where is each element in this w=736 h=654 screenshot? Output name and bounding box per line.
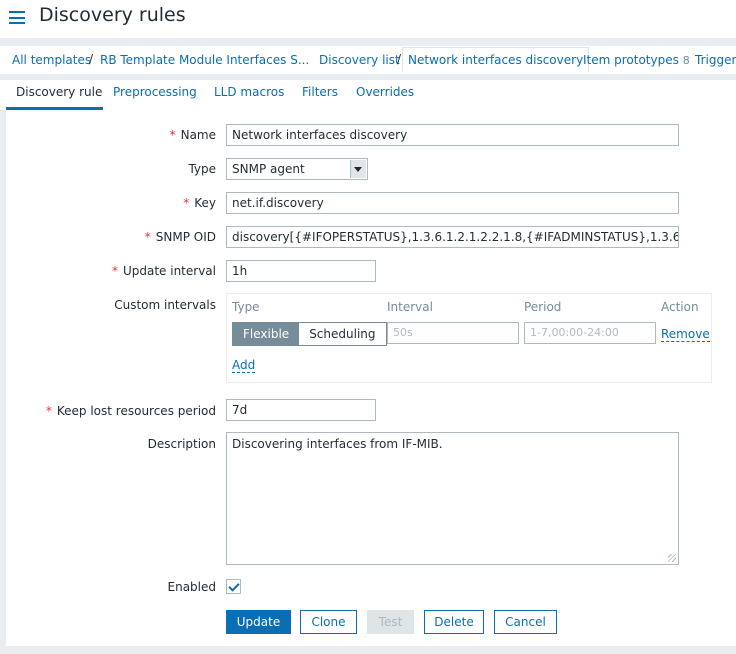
keep-lost-label: * Keep lost resources period (45, 404, 216, 418)
col-action-header: Action (661, 300, 699, 314)
breadcrumb-trigger[interactable]: Trigger (695, 53, 736, 67)
flexible-option[interactable]: Flexible (233, 323, 300, 345)
col-type-header: Type (232, 300, 260, 314)
col-interval-header: Interval (387, 300, 433, 314)
page-title: Discovery rules (39, 4, 186, 26)
tab-lld-macros[interactable]: LLD macros (214, 85, 284, 99)
delete-button[interactable]: Delete (424, 610, 484, 634)
keep-lost-input[interactable]: 7d (226, 399, 376, 421)
breadcrumb-item-prototypes[interactable]: Item prototypes 8 (583, 53, 690, 67)
description-text: Discovering interfaces from IF-MIB. (232, 437, 443, 451)
scheduling-option[interactable]: Scheduling (299, 323, 385, 345)
breadcrumb-current[interactable]: Network interfaces discovery (402, 47, 590, 72)
item-prototypes-count: 8 (682, 54, 690, 67)
update-interval-input[interactable]: 1h (226, 260, 376, 282)
tab-overrides[interactable]: Overrides (356, 85, 414, 99)
add-interval-link[interactable]: Add (232, 358, 256, 373)
type-select-value: SNMP agent (232, 162, 305, 176)
breadcrumb: All templates / RB Template Module Inter… (0, 46, 736, 74)
tab-bar: Discovery rule Preprocessing LLD macros … (0, 80, 736, 111)
clone-button[interactable]: Clone (300, 610, 357, 634)
type-label: Type (188, 162, 216, 176)
description-textarea[interactable]: Discovering interfaces from IF-MIB. (226, 432, 679, 565)
type-select[interactable]: SNMP agent (226, 158, 368, 180)
enabled-label: Enabled (167, 580, 217, 594)
breadcrumb-discovery-list[interactable]: Discovery list (319, 53, 400, 67)
name-label: * Name (169, 128, 216, 142)
breadcrumb-separator: / (89, 52, 94, 66)
tab-filters[interactable]: Filters (302, 85, 338, 99)
enabled-checkbox[interactable] (226, 579, 241, 594)
key-input[interactable]: net.if.discovery (226, 192, 679, 214)
key-label: * Key (183, 196, 216, 210)
test-button[interactable]: Test (367, 610, 414, 634)
interval-input[interactable]: 50s (387, 322, 519, 344)
menu-icon[interactable] (9, 11, 25, 24)
breadcrumb-separator: / (397, 52, 402, 66)
item-prototypes-label: Item prototypes (583, 53, 679, 67)
name-input[interactable]: Network interfaces discovery (226, 124, 679, 146)
cancel-button[interactable]: Cancel (494, 610, 557, 634)
description-label: Description (147, 437, 216, 451)
period-input[interactable]: 1-7,00:00-24:00 (524, 322, 656, 344)
update-interval-label: * Update interval (111, 264, 216, 278)
snmp-oid-input[interactable]: discovery[{#IFOPERSTATUS},1.3.6.1.2.1.2.… (226, 226, 679, 248)
custom-intervals-label: Custom intervals (114, 298, 216, 312)
top-bar: Discovery rules (0, 0, 736, 38)
breadcrumb-template[interactable]: RB Template Module Interfaces S... (100, 53, 309, 67)
interval-type-toggle: Flexible Scheduling (232, 322, 387, 346)
remove-interval-link[interactable]: Remove (661, 327, 710, 342)
chevron-down-icon (350, 160, 366, 178)
col-period-header: Period (524, 300, 562, 314)
resize-handle-icon[interactable] (668, 554, 676, 562)
tab-discovery-rule[interactable]: Discovery rule (16, 85, 102, 99)
snmp-oid-label: * SNMP OID (144, 230, 216, 244)
tab-preprocessing[interactable]: Preprocessing (113, 85, 197, 99)
update-button[interactable]: Update (226, 610, 291, 634)
breadcrumb-all-templates[interactable]: All templates (12, 53, 91, 67)
